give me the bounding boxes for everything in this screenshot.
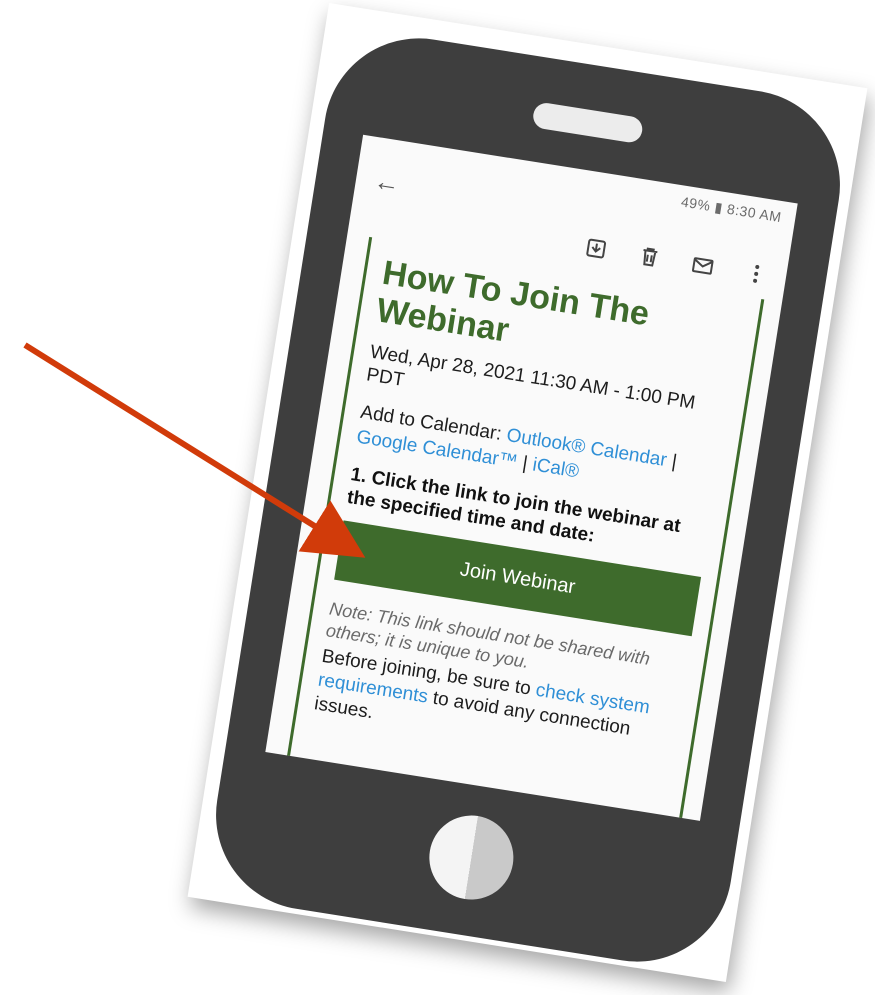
- calendar-separator: |: [664, 450, 679, 473]
- status-bar: 49% ▮ 8:30 AM: [679, 193, 783, 226]
- ical-link[interactable]: iCal®: [531, 454, 580, 482]
- phone-frame: 49% ▮ 8:30 AM ← How To Join The Webinar …: [202, 24, 854, 976]
- arrow-left-icon[interactable]: ←: [372, 165, 402, 200]
- archive-icon[interactable]: [582, 235, 609, 262]
- more-vert-icon[interactable]: [742, 260, 769, 287]
- mail-icon[interactable]: [689, 252, 716, 279]
- email-body: How To Join The Webinar Wed, Apr 28, 202…: [284, 236, 765, 821]
- trash-icon[interactable]: [636, 243, 663, 270]
